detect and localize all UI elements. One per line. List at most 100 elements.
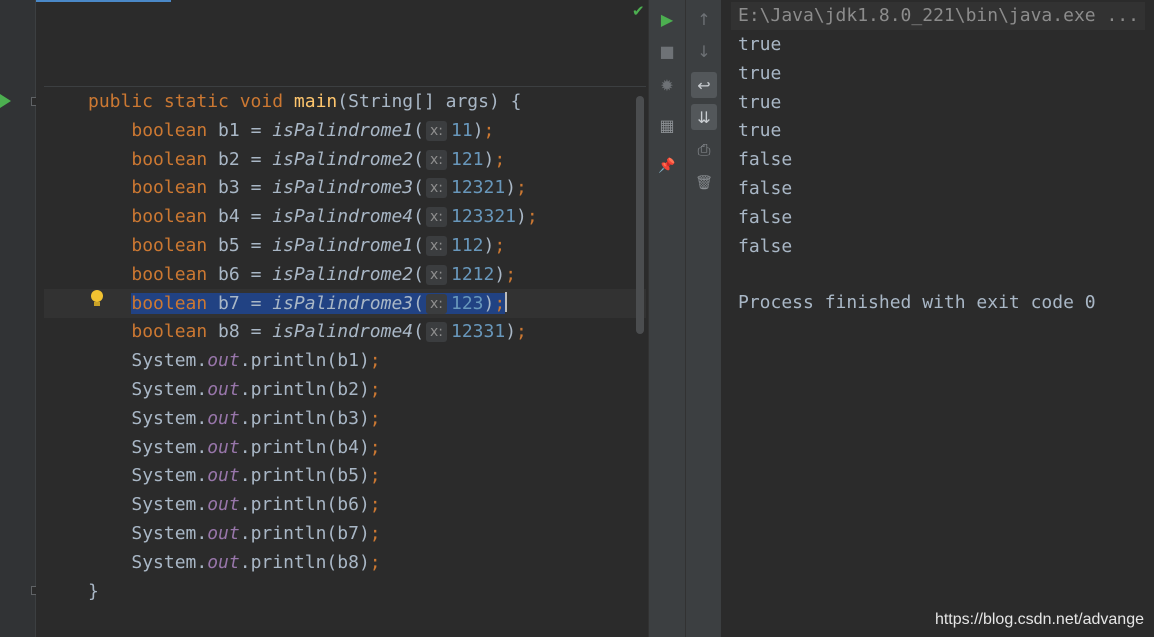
code-line[interactable]: boolean b5 = isPalindrome1(x: 112);: [88, 232, 538, 261]
class-name: System.: [131, 436, 208, 458]
variable: b1 =: [207, 119, 273, 141]
method-call: .println(b6): [239, 494, 370, 516]
code-line[interactable]: System.out.println(b3);: [88, 405, 538, 434]
method-call: isPalindrome2: [272, 148, 414, 170]
method-call: isPalindrome4: [272, 321, 414, 343]
paren: ): [505, 321, 517, 343]
code-line[interactable]: boolean b1 = isPalindrome1(x: 11);: [88, 117, 538, 146]
code-line[interactable]: }: [88, 578, 538, 607]
variable: b6 =: [207, 263, 273, 285]
paren: (: [413, 263, 424, 285]
paren: (: [413, 234, 424, 256]
run-icon[interactable]: ▶: [654, 6, 680, 32]
variable: b4 =: [207, 206, 273, 228]
method-call: .println(b4): [239, 436, 370, 458]
code-line[interactable]: boolean b4 = isPalindrome4(x: 123321);: [88, 203, 538, 232]
method-call: isPalindrome1: [272, 119, 414, 141]
code-line[interactable]: System.out.println(b4);: [88, 434, 538, 463]
editor-scrollbar[interactable]: [636, 96, 644, 334]
run-gutter-icon[interactable]: [0, 94, 11, 108]
watermark: https://blog.csdn.net/advange: [934, 611, 1144, 628]
class-name: System.: [131, 494, 208, 516]
semicolon: ;: [516, 177, 527, 199]
console-toolbar: ↑ ↓ ↩ ⇊ ⎙ 🗑: [685, 0, 721, 637]
code-editor[interactable]: ✔ public static void main(String[] args)…: [36, 0, 648, 637]
code-line[interactable]: System.out.println(b5);: [88, 462, 538, 491]
code-line[interactable]: boolean b2 = isPalindrome2(x: 121);: [88, 146, 538, 175]
parameter-hint: x:: [425, 207, 447, 228]
static-field: out: [207, 378, 240, 400]
run-toolbar: ▶ ■ ✹ ▦ 📌: [648, 0, 685, 637]
semicolon: ;: [369, 350, 381, 372]
down-arrow-icon[interactable]: ↓: [691, 38, 717, 64]
editor-gutter: [0, 0, 40, 637]
variable: b8 =: [207, 321, 273, 343]
console-output[interactable]: E:\Java\jdk1.8.0_221\bin\java.exe ... tr…: [721, 0, 1154, 637]
static-field: out: [207, 465, 240, 487]
layout-icon[interactable]: ▦: [654, 112, 680, 138]
variable: b5 =: [207, 234, 273, 256]
code-line[interactable]: System.out.println(b6);: [88, 491, 538, 520]
variable: b2 =: [207, 148, 273, 170]
print-icon[interactable]: ⎙: [691, 137, 717, 163]
inspection-ok-icon[interactable]: ✔: [632, 2, 645, 20]
static-field: out: [207, 407, 240, 429]
code-line[interactable]: boolean b3 = isPalindrome3(x: 12321);: [88, 174, 538, 203]
soft-wrap-icon[interactable]: ↩: [691, 72, 717, 98]
code-line[interactable]: public static void main(String[] args) {: [88, 88, 538, 117]
console-output-line: false: [738, 149, 793, 171]
editor-separator: [44, 86, 646, 87]
console-output-line: true: [738, 62, 782, 84]
number-literal: 11: [451, 119, 473, 141]
debug-icon[interactable]: ✹: [654, 72, 680, 98]
keyword: boolean: [131, 119, 208, 141]
number-literal: 123: [451, 292, 484, 314]
keyword: boolean: [131, 321, 208, 343]
stop-icon[interactable]: ■: [654, 38, 680, 64]
class-name: System.: [131, 551, 208, 573]
code-line[interactable]: boolean b8 = isPalindrome4(x: 12331);: [88, 318, 538, 347]
keyword: boolean: [131, 292, 208, 314]
semicolon: ;: [369, 378, 381, 400]
console-output-line: true: [738, 120, 782, 142]
number-literal: 121: [451, 148, 484, 170]
trash-icon[interactable]: 🗑: [691, 170, 717, 196]
method-call: .println(b3): [239, 407, 370, 429]
parameter-hint: x:: [425, 235, 447, 256]
semicolon: ;: [369, 494, 381, 516]
semicolon: ;: [369, 407, 381, 429]
parameter-hint: x:: [425, 149, 447, 170]
semicolon: ;: [494, 148, 506, 170]
paren: ): [483, 148, 495, 170]
code-line[interactable]: System.out.println(b1);: [88, 347, 538, 376]
scroll-to-end-icon[interactable]: ⇊: [691, 104, 717, 130]
code-line[interactable]: boolean b7 = isPalindrome3(x: 123);: [88, 290, 538, 319]
code-line[interactable]: boolean b6 = isPalindrome2(x: 1212);: [88, 261, 538, 290]
code-line[interactable]: System.out.println(b2);: [88, 376, 538, 405]
console-command: E:\Java\jdk1.8.0_221\bin\java.exe ...: [738, 5, 1139, 26]
code-lines[interactable]: public static void main(String[] args) {…: [88, 88, 538, 606]
console-output-line: false: [738, 235, 793, 257]
parameter-hint: x:: [425, 178, 447, 199]
console-output-line: false: [738, 206, 793, 228]
paren: (: [413, 206, 424, 228]
method-call: .println(b2): [239, 378, 370, 400]
up-arrow-icon[interactable]: ↑: [691, 6, 717, 32]
code-line[interactable]: System.out.println(b7);: [88, 520, 538, 549]
code-line[interactable]: System.out.println(b8);: [88, 549, 538, 578]
selection: boolean b7 = isPalindrome3(x: 123);: [131, 292, 506, 314]
keyword: boolean: [131, 177, 208, 199]
static-field: out: [207, 350, 240, 372]
static-field: out: [207, 494, 240, 516]
code-token: (String[] args) {: [337, 91, 522, 112]
semicolon: ;: [505, 263, 517, 285]
text-caret: [505, 291, 508, 312]
paren: (: [413, 148, 424, 170]
parameter-hint: x:: [425, 120, 447, 141]
keyword: boolean: [131, 148, 208, 170]
semicolon: ;: [369, 522, 381, 544]
method-call: .println(b5): [239, 465, 370, 487]
semicolon: ;: [483, 119, 495, 141]
pin-icon[interactable]: 📌: [654, 153, 680, 179]
paren: ): [516, 206, 527, 228]
